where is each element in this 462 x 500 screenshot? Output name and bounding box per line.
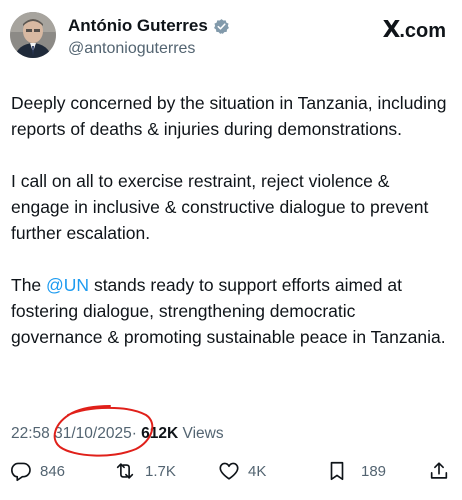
avatar[interactable] (10, 12, 56, 58)
bookmark-icon (327, 460, 347, 482)
tweet-date[interactable]: 31/10/2025 (54, 425, 132, 442)
like-button[interactable]: 4K (218, 458, 266, 484)
tweet-header: António Guterres @antonioguterres X .com (10, 12, 452, 64)
author-block[interactable]: António Guterres @antonioguterres (68, 15, 230, 58)
tweet-time[interactable]: 22:58 (11, 425, 50, 442)
verified-badge-icon (213, 18, 230, 35)
display-name[interactable]: António Guterres (68, 16, 208, 36)
mention-link[interactable]: @UN (46, 275, 89, 295)
display-name-row: António Guterres (68, 15, 230, 37)
action-bar: 846 1.7K 4K 189 (0, 458, 462, 484)
avatar-image (10, 12, 56, 58)
x-logo-domain: .com (399, 20, 446, 42)
heart-icon (218, 460, 240, 482)
reply-count: 846 (40, 462, 66, 480)
like-count: 4K (248, 462, 267, 480)
reply-icon (10, 460, 32, 482)
tweet-paragraph-3: The @UN stands ready to support efforts … (11, 272, 451, 350)
bookmark-count: 189 (361, 462, 387, 480)
meta-separator: · (131, 425, 137, 442)
repost-count: 1.7K (145, 462, 176, 480)
views-count: 612K (141, 425, 179, 442)
repost-button[interactable]: 1.7K (113, 458, 176, 484)
x-com-logo: X .com (383, 17, 446, 43)
views-label: Views (182, 425, 224, 442)
bookmark-button[interactable]: 189 (327, 458, 386, 484)
tweet-paragraph-1: Deeply concerned by the situation in Tan… (11, 93, 447, 139)
share-button[interactable] (428, 458, 450, 484)
tweet-meta: 22:58 31/10/2025· 612K Views (11, 425, 224, 443)
x-logo-letter: X (382, 17, 401, 43)
repost-icon (113, 460, 137, 482)
tweet-paragraph-2: I call on all to exercise restraint, rej… (11, 171, 429, 243)
handle[interactable]: @antonioguterres (68, 40, 230, 58)
share-icon (428, 460, 450, 482)
reply-button[interactable]: 846 (10, 458, 65, 484)
tweet-text: Deeply concerned by the situation in Tan… (11, 90, 451, 376)
paragraph-3-start: The (11, 275, 47, 295)
